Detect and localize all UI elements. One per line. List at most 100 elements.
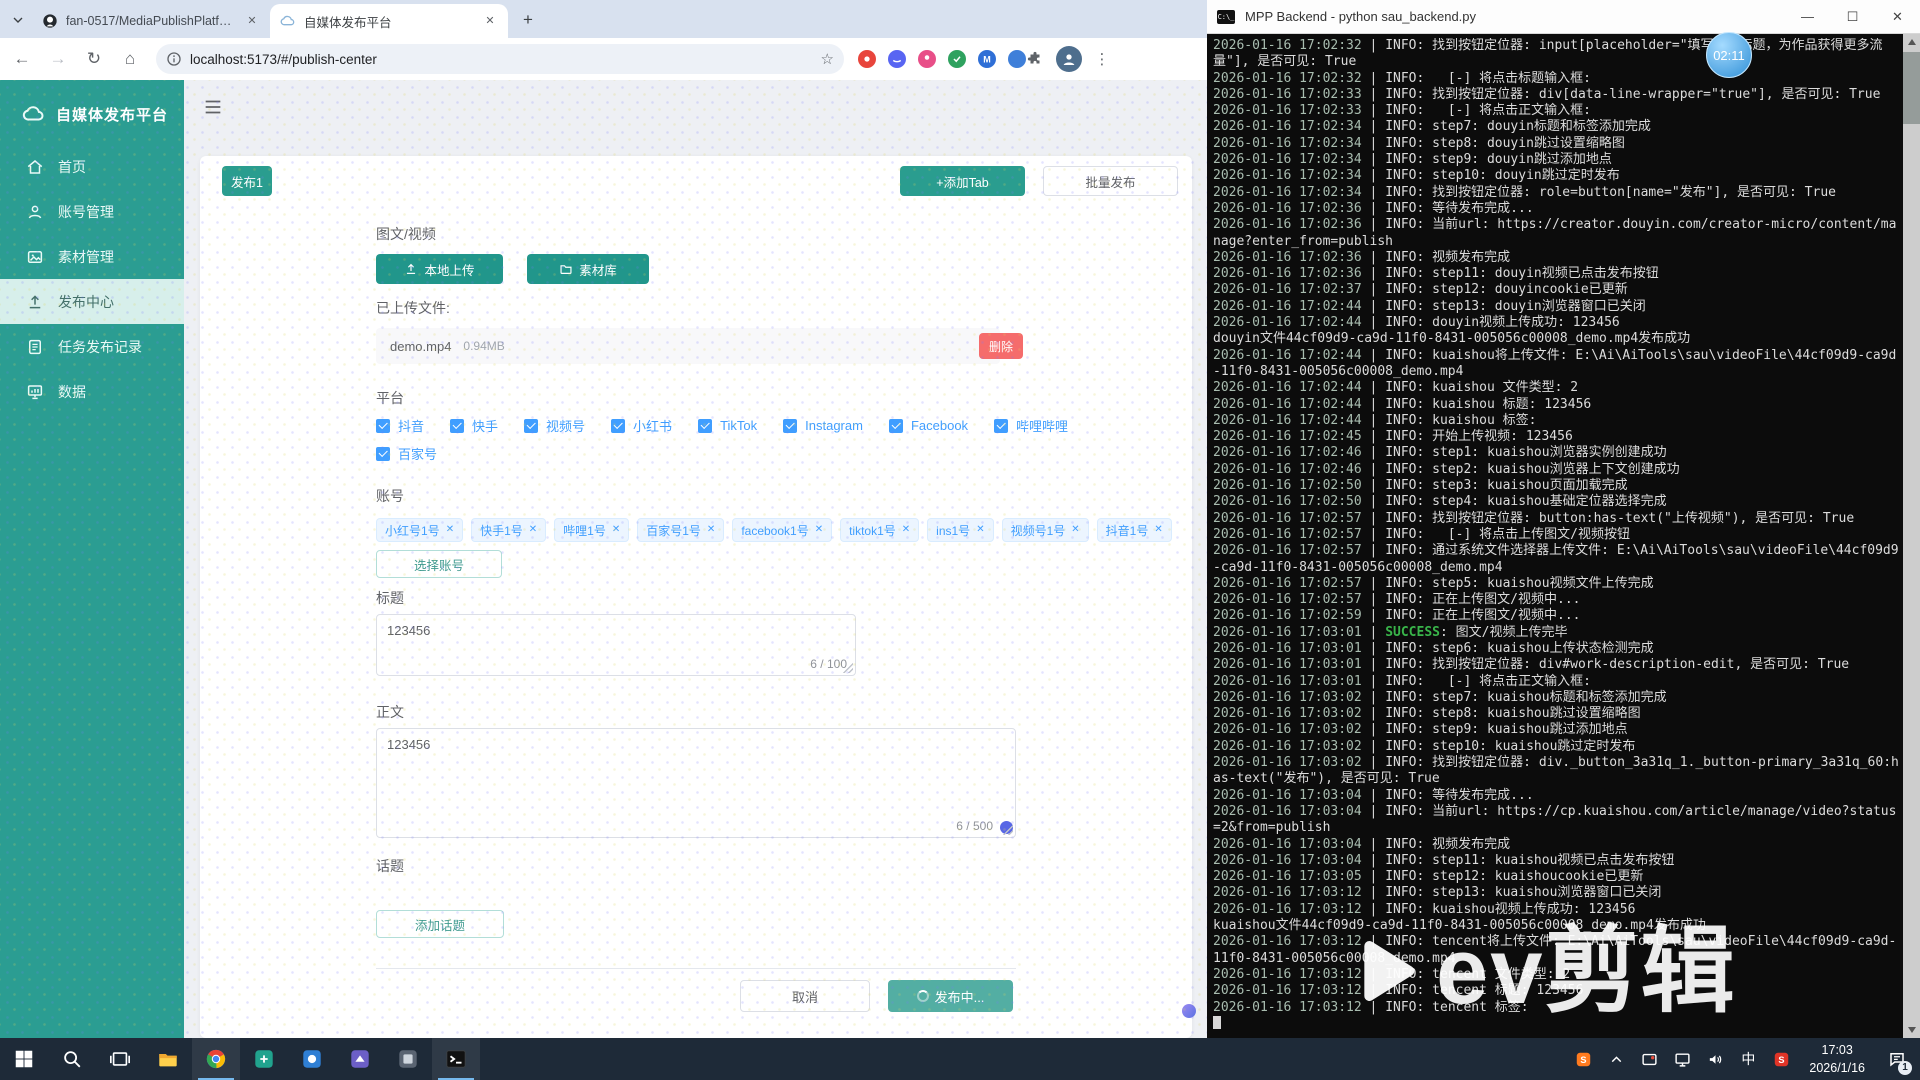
tag-close-icon[interactable]: ✕	[902, 525, 910, 535]
taskbar-app[interactable]	[240, 1038, 288, 1080]
bookmark-star-icon[interactable]: ☆	[821, 50, 834, 68]
title-input[interactable]: 123456 6 / 100	[376, 614, 856, 676]
green-extension-icon[interactable]	[948, 50, 966, 68]
red-extension-icon[interactable]	[858, 50, 876, 68]
tag-close-icon[interactable]: ✕	[1071, 525, 1079, 535]
tag-close-icon[interactable]: ✕	[446, 525, 454, 535]
log-line: 2026-01-16 17:03:01 | INFO: 找到按钮定位器: div…	[1213, 657, 1850, 673]
log-line: 2026-01-16 17:02:46 | INFO: step2: kuais…	[1213, 461, 1680, 477]
taskbar-app[interactable]	[0, 1038, 48, 1080]
resize-handle-icon[interactable]	[843, 663, 853, 673]
tag-close-icon[interactable]: ✕	[529, 525, 537, 535]
chevron-up-icon[interactable]	[1603, 1046, 1629, 1072]
taskbar-app[interactable]	[432, 1038, 480, 1080]
terminal-log[interactable]: 2026-01-16 17:02:32 | INFO: 找到按钮定位器: inp…	[1213, 38, 1901, 1034]
taskbar-app[interactable]	[144, 1038, 192, 1080]
scroll-down-icon[interactable]	[1903, 1021, 1920, 1038]
home-icon[interactable]: ⌂	[116, 45, 144, 73]
sogou-red-icon[interactable]: S	[1768, 1046, 1794, 1072]
speaker-icon[interactable]	[1702, 1046, 1728, 1072]
material-library-button[interactable]: 素材库	[527, 254, 649, 284]
taskbar-app[interactable]	[288, 1038, 336, 1080]
cancel-button[interactable]: 取消	[740, 980, 870, 1012]
taskbar-app[interactable]	[192, 1038, 240, 1080]
platform-checkbox[interactable]: 小红书	[611, 416, 672, 435]
browser-tab[interactable]: fan-0517/MediaPublishPlatform ✕	[32, 4, 270, 38]
log-line: 2026-01-16 17:03:04 | INFO: step11: kuai…	[1213, 852, 1675, 868]
chevron-down-icon[interactable]	[10, 12, 26, 28]
delete-file-button[interactable]: 删除	[979, 333, 1023, 359]
monitor-icon[interactable]	[1669, 1046, 1695, 1072]
floating-widget-dot[interactable]	[1182, 1004, 1196, 1018]
new-tab-button[interactable]: +	[516, 8, 540, 32]
blue-m-extension-icon[interactable]: M	[978, 50, 996, 68]
log-line: 2026-01-16 17:03:12 | INFO: tencent 标签:	[1213, 999, 1529, 1015]
taskbar-app[interactable]	[384, 1038, 432, 1080]
monitor-extension-icon[interactable]	[1008, 50, 1026, 68]
publishing-button[interactable]: 发布中...	[888, 980, 1013, 1012]
ime-indicator[interactable]: 中	[1735, 1046, 1761, 1072]
platform-checkbox[interactable]: Facebook	[888, 416, 968, 435]
scroll-up-icon[interactable]	[1903, 34, 1920, 51]
batch-publish-button[interactable]: 批量发布	[1043, 166, 1178, 196]
media-section-label: 图文/视频	[376, 226, 436, 242]
platform-checkbox[interactable]: 抖音	[376, 416, 424, 435]
taskbar-clock[interactable]: 17:03 2026/1/16	[1801, 1041, 1873, 1077]
platform-checkbox[interactable]: 快手	[450, 416, 498, 435]
sidebar-item[interactable]: 账号管理	[0, 189, 184, 234]
taskbar-app[interactable]	[336, 1038, 384, 1080]
recording-timer[interactable]: 02:11	[1706, 32, 1752, 78]
local-upload-button[interactable]: 本地上传	[376, 254, 503, 284]
log-line: 2026-01-16 17:02:44 | INFO: kuaishou 文件类…	[1213, 380, 1579, 396]
minimize-icon[interactable]: —	[1785, 0, 1830, 33]
site-info-icon[interactable]	[166, 51, 182, 67]
tag-close-icon[interactable]: ✕	[1154, 525, 1162, 535]
terminal-scrollbar[interactable]	[1903, 34, 1920, 1038]
action-center-button[interactable]: 1	[1880, 1038, 1914, 1080]
checkbox-checked-icon	[783, 418, 798, 433]
select-account-button[interactable]: 选择账号	[376, 550, 502, 578]
forward-icon[interactable]: →	[44, 45, 72, 73]
tag-close-icon[interactable]: ✕	[707, 525, 715, 535]
tag-close-icon[interactable]: ✕	[612, 525, 620, 535]
tab-close-icon[interactable]: ✕	[244, 13, 260, 29]
platform-checkbox[interactable]: TikTok	[698, 416, 757, 435]
indigo-extension-icon[interactable]	[888, 50, 906, 68]
pink-extension-icon[interactable]	[918, 50, 936, 68]
taskbar-app[interactable]	[96, 1038, 144, 1080]
sidebar-item[interactable]: 数据	[0, 369, 184, 414]
back-icon[interactable]: ←	[8, 45, 36, 73]
sidebar-item[interactable]: 首页	[0, 144, 184, 189]
tag-close-icon[interactable]: ✕	[976, 525, 984, 535]
screen-capture-icon[interactable]	[1636, 1046, 1662, 1072]
sidebar-item[interactable]: 发布中心	[0, 279, 184, 324]
sidebar-item[interactable]: 任务发布记录	[0, 324, 184, 369]
taskbar-app[interactable]	[48, 1038, 96, 1080]
platform-checkbox[interactable]: Instagram	[783, 416, 863, 435]
platform-checkbox[interactable]: 哔哩哔哩	[994, 416, 1068, 435]
reload-icon[interactable]: ↻	[80, 45, 108, 73]
tab-close-icon[interactable]: ✕	[482, 13, 498, 29]
maximize-icon[interactable]: ☐	[1830, 0, 1875, 33]
content-input[interactable]: 123456 6 / 500	[376, 728, 1016, 838]
scrollbar-thumb[interactable]	[1903, 52, 1920, 124]
log-line: 2026-01-16 17:02:44 | INFO: kuaishou将上传文…	[1213, 347, 1897, 379]
resize-handle-icon[interactable]	[1003, 825, 1013, 835]
browser-tab[interactable]: 自媒体发布平台 ✕	[270, 4, 508, 38]
extensions-puzzle-icon[interactable]	[1026, 50, 1044, 68]
browser-menu-icon[interactable]: ⋮	[1092, 50, 1112, 68]
address-bar[interactable]: localhost:5173/#/publish-center ☆	[156, 44, 844, 74]
platform-checkbox[interactable]: 百家号	[376, 444, 437, 463]
add-topic-button[interactable]: 添加话题	[376, 910, 504, 938]
tag-close-icon[interactable]: ✕	[815, 525, 823, 535]
sidebar-item[interactable]: 素材管理	[0, 234, 184, 279]
close-icon[interactable]: ✕	[1875, 0, 1920, 33]
profile-avatar[interactable]	[1056, 46, 1082, 72]
sogou-orange-icon[interactable]: S	[1570, 1046, 1596, 1072]
log-line: 2026-01-16 17:02:45 | INFO: 开始上传视频: 1234…	[1213, 429, 1573, 445]
add-tab-button[interactable]: +添加Tab	[900, 166, 1025, 196]
log-line: 2026-01-16 17:02:59 | INFO: 正在上传图文/视频中..…	[1213, 608, 1581, 624]
publish-tab[interactable]: 发布1	[222, 166, 272, 196]
collapse-sidebar-icon[interactable]	[202, 96, 224, 118]
platform-checkbox[interactable]: 视频号	[524, 416, 585, 435]
